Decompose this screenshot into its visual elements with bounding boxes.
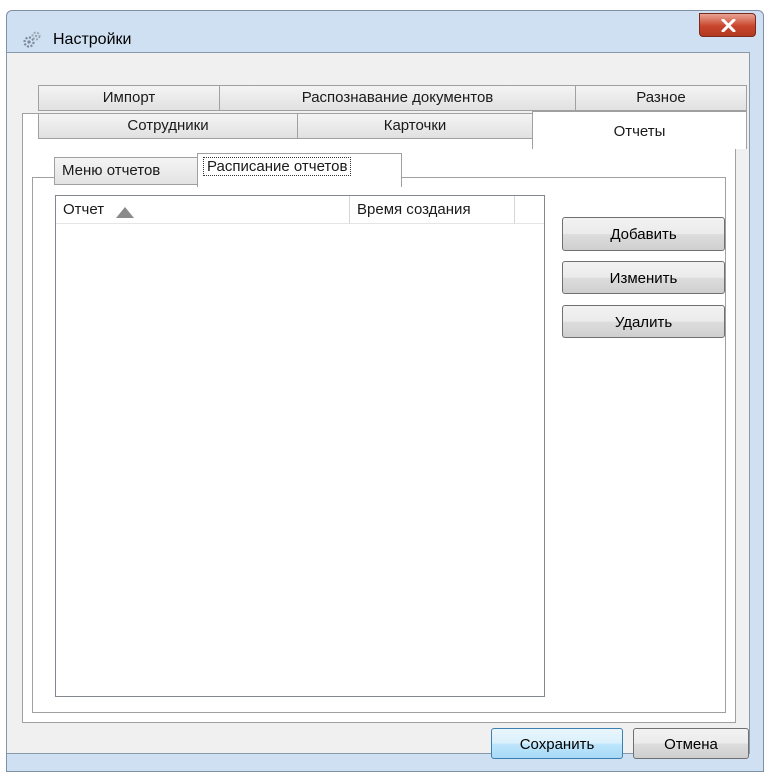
window-title: Настройки — [53, 31, 132, 48]
tab-reports[interactable]: Отчеты — [532, 111, 747, 149]
add-button[interactable]: Добавить — [562, 217, 725, 251]
tab-import[interactable]: Импорт — [38, 85, 220, 111]
close-button[interactable] — [699, 13, 756, 37]
column-header-report[interactable]: Отчет — [56, 196, 350, 224]
subtab-report-schedule[interactable]: Расписание отчетов — [197, 153, 402, 187]
tab-employees[interactable]: Сотрудники — [38, 113, 298, 139]
sort-ascending-icon — [116, 207, 134, 218]
report-schedule-list[interactable]: Отчет Время создания — [55, 195, 545, 697]
save-button[interactable]: Сохранить — [491, 728, 623, 759]
column-header-creation-time[interactable]: Время создания — [350, 196, 515, 224]
tab-misc[interactable]: Разное — [575, 85, 747, 111]
subtab-report-menu[interactable]: Меню отчетов — [54, 157, 198, 185]
tab-cards[interactable]: Карточки — [297, 113, 533, 139]
edit-button[interactable]: Изменить — [562, 261, 725, 294]
column-header-filler — [515, 196, 544, 224]
settings-gear-icon — [23, 31, 41, 48]
column-header-report-label: Отчет — [63, 201, 105, 218]
tab-document-recognition[interactable]: Распознавание документов — [219, 85, 576, 111]
subtab-report-schedule-label: Расписание отчетов — [203, 157, 352, 176]
close-icon — [721, 19, 736, 32]
cancel-button[interactable]: Отмена — [633, 728, 749, 759]
delete-button[interactable]: Удалить — [562, 305, 725, 338]
